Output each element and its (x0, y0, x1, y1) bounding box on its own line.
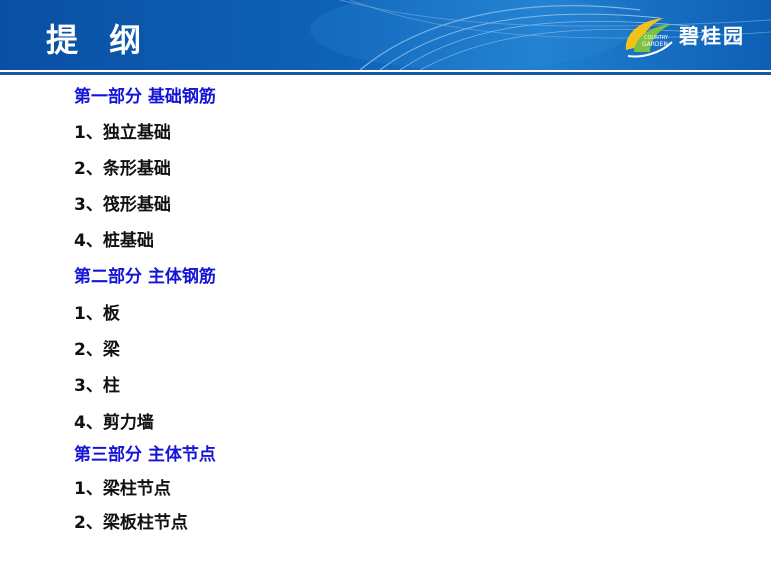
page-title: 提 纲 (46, 21, 152, 59)
list-item: 2、梁 (74, 340, 120, 360)
logo-cn: 碧桂园 (679, 24, 745, 48)
list-item: 3、筏形基础 (74, 195, 171, 215)
list-item: 4、剪力墙 (74, 413, 154, 433)
list-item: 3、柱 (74, 376, 120, 396)
section-heading-part3: 第三部分 主体节点 (74, 445, 216, 465)
section-heading-part1: 第一部分 基础钢筋 (74, 87, 216, 107)
section-heading-part2: 第二部分 主体钢筋 (74, 267, 216, 287)
logo-en: GARDEN (642, 41, 668, 48)
list-item: 4、桩基础 (74, 231, 154, 251)
list-item: 2、条形基础 (74, 159, 171, 179)
header-rule (0, 72, 771, 75)
list-item: 1、独立基础 (74, 123, 171, 143)
list-item: 1、梁柱节点 (74, 479, 171, 499)
list-item: 1、板 (74, 304, 120, 324)
header-bar: 提 纲 COUNTRY GARDEN 碧桂园 (0, 0, 771, 70)
list-item: 2、梁板柱节点 (74, 513, 188, 533)
